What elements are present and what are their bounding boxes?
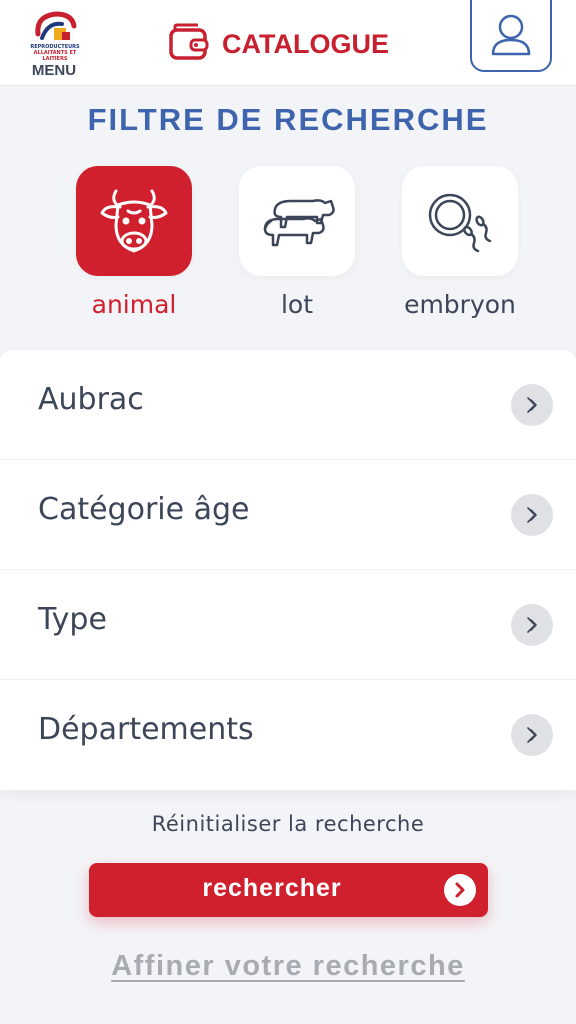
filter-row-label: Catégorie âge bbox=[38, 492, 250, 527]
chevron-right-icon bbox=[444, 874, 476, 906]
catalogue-heading: CATALOGUE bbox=[168, 22, 389, 66]
category-embryon[interactable]: embryon bbox=[402, 166, 518, 326]
herd-icon bbox=[263, 199, 335, 247]
filter-row-label: Départements bbox=[38, 712, 254, 747]
category-animal[interactable]: animal bbox=[76, 166, 192, 326]
app-header: REPRODUCTEURS ALLAITANTS ET LAITIERS MEN… bbox=[0, 0, 576, 86]
category-lot-tile[interactable] bbox=[239, 166, 355, 276]
refine-search-link[interactable]: Affiner votre recherche bbox=[0, 950, 576, 983]
chevron-right-icon[interactable] bbox=[511, 384, 553, 426]
chevron-right-icon[interactable] bbox=[511, 494, 553, 536]
filter-row-age-category[interactable]: Catégorie âge bbox=[0, 460, 576, 570]
category-label: lot bbox=[280, 290, 314, 319]
menu-button[interactable]: REPRODUCTEURS ALLAITANTS ET LAITIERS MEN… bbox=[20, 4, 88, 80]
menu-label: MENU bbox=[31, 62, 77, 79]
filter-row-breed[interactable]: Aubrac bbox=[0, 350, 576, 460]
account-button[interactable] bbox=[470, 0, 552, 72]
search-button-label: rechercher bbox=[202, 874, 342, 902]
category-label: embryon bbox=[404, 290, 516, 319]
filter-row-label: Aubrac bbox=[38, 382, 144, 417]
filter-list: Aubrac Catégorie âge Type Départements bbox=[0, 350, 576, 790]
filter-title: FILTRE DE RECHERCHE bbox=[87, 102, 489, 137]
category-embryon-tile[interactable] bbox=[402, 166, 518, 276]
category-label: animal bbox=[91, 290, 177, 319]
embryo-icon bbox=[428, 193, 492, 253]
filter-row-departments[interactable]: Départements bbox=[0, 680, 576, 790]
chevron-right-icon[interactable] bbox=[511, 604, 553, 646]
chevron-right-icon[interactable] bbox=[511, 714, 553, 756]
brand-logo-text: REPRODUCTEURS ALLAITANTS ET LAITIERS bbox=[30, 44, 80, 62]
page-title: CATALOGUE bbox=[222, 28, 389, 59]
filter-row-label: Type bbox=[38, 602, 107, 637]
user-icon bbox=[491, 14, 531, 56]
reset-search-link[interactable]: Réinitialiser la recherche bbox=[0, 812, 576, 836]
search-button[interactable]: rechercher bbox=[89, 863, 488, 917]
category-lot[interactable]: lot bbox=[239, 166, 355, 326]
wallet-icon bbox=[169, 23, 209, 60]
cow-head-icon bbox=[100, 189, 168, 253]
category-animal-tile[interactable] bbox=[76, 166, 192, 276]
filter-row-type[interactable]: Type bbox=[0, 570, 576, 680]
